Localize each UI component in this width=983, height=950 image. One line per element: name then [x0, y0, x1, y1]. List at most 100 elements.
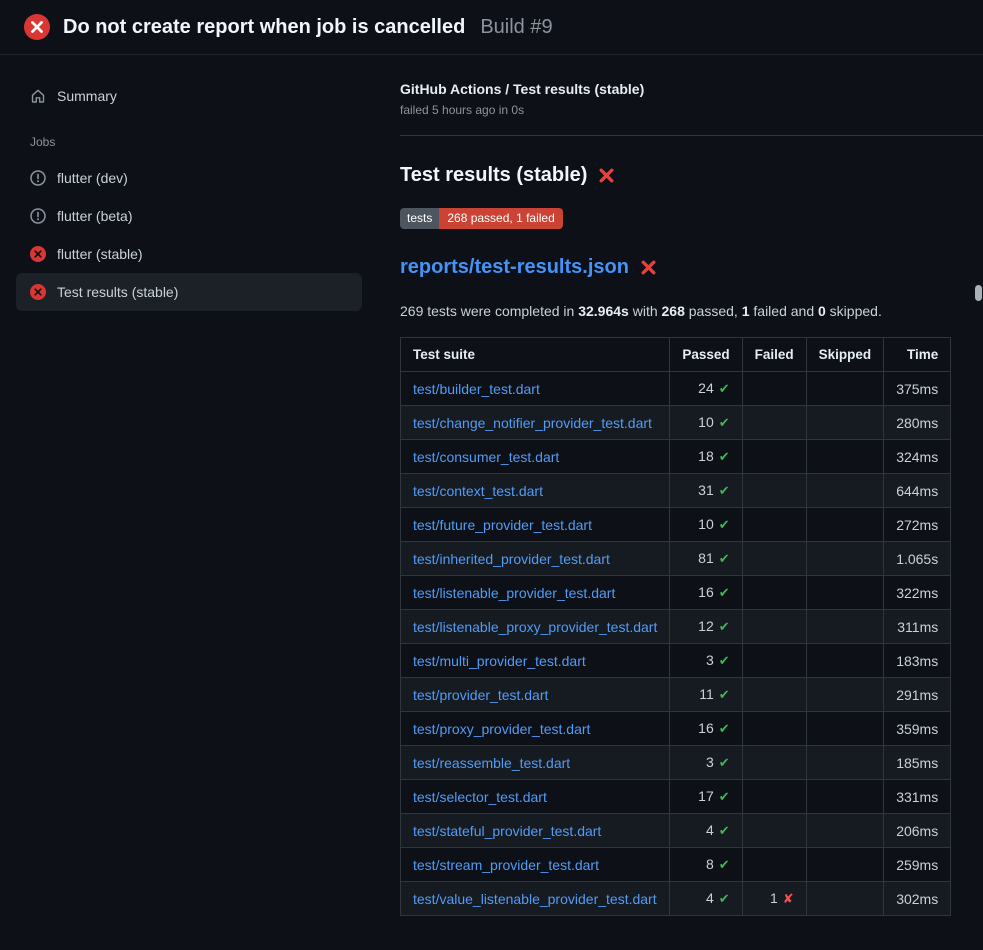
run-header: Do not create report when job is cancell… [0, 0, 983, 55]
test-suite-link[interactable]: test/listenable_proxy_provider_test.dart [413, 619, 657, 635]
test-suite-cell: test/stream_provider_test.dart [401, 848, 670, 882]
time-cell: 206ms [884, 814, 951, 848]
test-suite-link[interactable]: test/proxy_provider_test.dart [413, 721, 590, 737]
check-icon: ✔ [719, 381, 730, 396]
test-suite-cell: test/builder_test.dart [401, 372, 670, 406]
failed-cell [742, 644, 806, 678]
passed-cell: 16✔ [670, 712, 742, 746]
check-icon: ✔ [719, 857, 730, 872]
column-header-failed: Failed [742, 338, 806, 372]
test-suite-link[interactable]: test/stateful_provider_test.dart [413, 823, 601, 839]
summary-skipped-count: 0 [818, 303, 826, 319]
skipped-cell [806, 678, 884, 712]
column-header-test-suite: Test suite [401, 338, 670, 372]
passed-cell: 16✔ [670, 576, 742, 610]
failed-cell [742, 746, 806, 780]
failed-cell [742, 712, 806, 746]
skipped-cell [806, 746, 884, 780]
check-icon: ✔ [719, 483, 730, 498]
passed-count: 16 [698, 720, 714, 736]
sidebar-item-label: flutter (dev) [57, 170, 128, 186]
passed-cell: 4✔ [670, 882, 742, 916]
table-row: test/proxy_provider_test.dart16✔359ms [401, 712, 951, 746]
table-row: test/builder_test.dart24✔375ms [401, 372, 951, 406]
test-suite-link[interactable]: test/inherited_provider_test.dart [413, 551, 610, 567]
test-suite-link[interactable]: test/provider_test.dart [413, 687, 548, 703]
skipped-cell [806, 814, 884, 848]
passed-count: 18 [698, 448, 714, 464]
check-icon: ✔ [719, 755, 730, 770]
table-row: test/selector_test.dart17✔331ms [401, 780, 951, 814]
failed-cell [742, 474, 806, 508]
passed-cell: 12 ✔ [670, 610, 742, 644]
test-suite-link[interactable]: test/stream_provider_test.dart [413, 857, 599, 873]
table-row: test/consumer_test.dart 18 ✔ 324ms [401, 440, 951, 474]
skipped-cell [806, 542, 884, 576]
passed-cell: 4✔ [670, 814, 742, 848]
passed-count: 81 [698, 550, 714, 566]
passed-cell: 81 ✔ [670, 542, 742, 576]
check-icon: ✔ [719, 619, 730, 634]
report-link[interactable]: reports/test-results.json [400, 256, 629, 279]
time-cell: 644ms [884, 474, 951, 508]
test-suite-link[interactable]: test/future_provider_test.dart [413, 517, 592, 533]
skipped-cell [806, 474, 884, 508]
column-header-skipped: Skipped [806, 338, 884, 372]
tests-badge: tests 268 passed, 1 failed [400, 208, 563, 229]
cross-icon [598, 167, 615, 184]
skipped-cell [806, 712, 884, 746]
build-number: Build #9 [480, 16, 552, 39]
test-suite-link[interactable]: test/change_notifier_provider_test.dart [413, 415, 652, 431]
scrollbar-thumb[interactable] [975, 285, 982, 301]
run-meta: failed 5 hours ago in 0s [400, 103, 951, 117]
sidebar-item-test-results-stable[interactable]: Test results (stable) [16, 273, 362, 311]
table-row: test/listenable_provider_test.dart 16✔ 322… [401, 576, 951, 610]
check-icon: ✔ [719, 891, 730, 906]
time-cell: 302ms [884, 882, 951, 916]
badge-label: tests [400, 208, 439, 229]
badge-value: 268 passed, 1 failed [439, 208, 562, 229]
time-cell: 259ms [884, 848, 951, 882]
passed-cell: 3✔ [670, 644, 742, 678]
failed-cell [742, 576, 806, 610]
passed-count: 10 [698, 516, 714, 532]
passed-count: 12 [698, 618, 714, 634]
failed-cell [742, 372, 806, 406]
table-row: test/future_provider_test.dart10✔272ms [401, 508, 951, 542]
sidebar-item-flutter-dev[interactable]: flutter (dev) [16, 159, 362, 197]
passed-count: 10 [698, 414, 714, 430]
check-icon: ✔ [719, 551, 730, 566]
column-header-time: Time [884, 338, 951, 372]
passed-cell: 11✔ [670, 678, 742, 712]
cross-icon [640, 259, 657, 276]
test-results-table: Test suite Passed Failed Skipped Time te… [400, 337, 951, 916]
sidebar-item-label: Summary [57, 88, 117, 104]
skipped-cell [806, 848, 884, 882]
test-suite-link[interactable]: test/value_listenable_provider_test.dart [413, 891, 657, 907]
test-suite-link[interactable]: test/listenable_provider_test.dart [413, 585, 615, 601]
time-cell: 322ms [884, 576, 951, 610]
sidebar: Summary Jobs flutter (dev) flut [0, 55, 376, 311]
check-icon: ✔ [719, 415, 730, 430]
check-icon: ✔ [719, 449, 730, 464]
time-cell: 331ms [884, 780, 951, 814]
passed-count: 3 [706, 754, 714, 770]
test-suite-link[interactable]: test/reassemble_test.dart [413, 755, 570, 771]
failed-cell [742, 406, 806, 440]
test-suite-link[interactable]: test/multi_provider_test.dart [413, 653, 586, 669]
time-cell: 375ms [884, 372, 951, 406]
passed-count: 11 [699, 686, 714, 702]
sidebar-item-flutter-stable[interactable]: flutter (stable) [16, 235, 362, 273]
test-suite-link[interactable]: test/context_test.dart [413, 483, 543, 499]
column-header-passed: Passed [670, 338, 742, 372]
sidebar-item-summary[interactable]: Summary [16, 77, 362, 115]
test-suite-link[interactable]: test/selector_test.dart [413, 789, 547, 805]
test-suite-link[interactable]: test/consumer_test.dart [413, 449, 559, 465]
test-suite-cell: test/multi_provider_test.dart [401, 644, 670, 678]
test-suite-link[interactable]: test/builder_test.dart [413, 381, 540, 397]
sidebar-item-flutter-beta[interactable]: flutter (beta) [16, 197, 362, 235]
time-cell: 1.065s [884, 542, 951, 576]
failed-count: 1 [770, 890, 778, 906]
time-cell: 324ms [884, 440, 951, 474]
sidebar-item-label: flutter (beta) [57, 208, 132, 224]
